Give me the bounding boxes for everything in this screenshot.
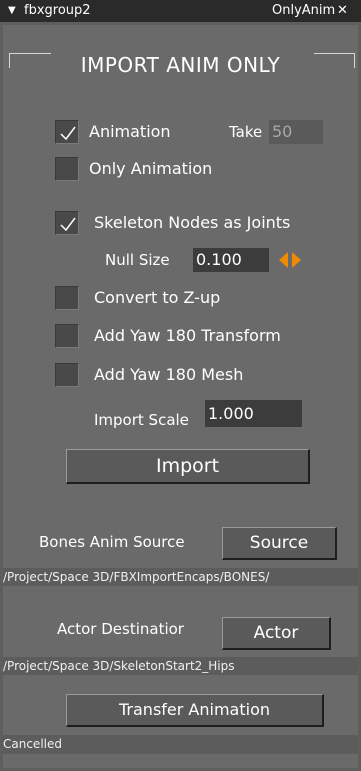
actor-destination-path: /Project/Space 3D/SkeletonStart2_Hips <box>3 657 358 675</box>
take-field[interactable]: 50 <box>269 120 323 144</box>
close-icon[interactable]: ✕ <box>337 0 348 22</box>
null-size-label: Null Size <box>105 251 170 269</box>
only-animation-checkbox[interactable] <box>55 157 79 181</box>
bones-source-label: Bones Anim Source <box>39 533 185 551</box>
actor-button[interactable]: Actor <box>222 617 331 650</box>
collapse-arrow-icon[interactable]: ▼ <box>8 0 16 22</box>
null-size-field[interactable]: 0.100 <box>193 248 269 272</box>
import-scale-label: Import Scale <box>94 411 189 429</box>
bones-source-path: /Project/Space 3D/FBXImportEncaps/BONES/ <box>3 568 358 586</box>
checkmark-icon <box>60 217 76 232</box>
section-heading: IMPORT ANIM ONLY <box>80 53 281 77</box>
source-button[interactable]: Source <box>222 527 337 560</box>
yaw-transform-checkbox[interactable] <box>55 324 79 348</box>
only-animation-label: Only Animation <box>89 159 213 178</box>
tab-onlyanim[interactable]: OnlyAnim <box>272 0 335 22</box>
skeleton-joints-label: Skeleton Nodes as Joints <box>94 213 291 232</box>
window-title: fbxgroup2 <box>24 3 91 18</box>
orange-arrows-icon[interactable] <box>276 250 304 270</box>
import-panel: IMPORT ANIM ONLY Animation Take 50 Only … <box>3 25 358 768</box>
skeleton-joints-checkbox[interactable] <box>55 211 79 235</box>
status-bar: Cancelled <box>3 735 358 754</box>
yaw-transform-label: Add Yaw 180 Transform <box>94 326 281 345</box>
import-button[interactable]: Import <box>66 449 310 484</box>
yaw-mesh-checkbox[interactable] <box>55 363 79 387</box>
convert-zup-checkbox[interactable] <box>55 286 79 310</box>
actor-destination-label: Actor Destinatior <box>57 620 184 638</box>
transfer-animation-button[interactable]: Transfer Animation <box>66 694 324 727</box>
animation-checkbox[interactable] <box>55 120 79 144</box>
convert-zup-label: Convert to Z-up <box>94 288 221 307</box>
yaw-mesh-label: Add Yaw 180 Mesh <box>94 365 244 384</box>
checkmark-icon <box>60 126 76 141</box>
import-scale-field[interactable]: 1.000 <box>205 400 302 427</box>
take-label: Take <box>229 123 263 141</box>
animation-label: Animation <box>89 122 171 141</box>
title-bar: ▼ fbxgroup2 OnlyAnim ✕ <box>0 0 361 22</box>
frame-right-top <box>314 53 354 54</box>
frame-left-top <box>9 53 51 54</box>
